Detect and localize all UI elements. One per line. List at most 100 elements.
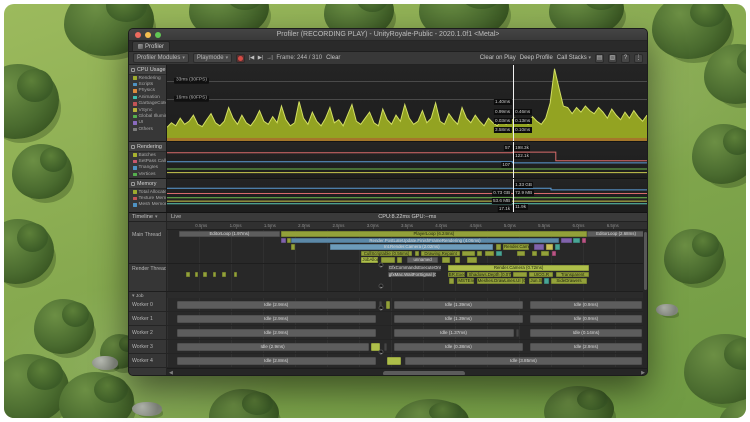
timeline-block[interactable]: Int.Render.Camera (2.02ms): [330, 244, 493, 249]
legend-item-vertices[interactable]: Vertices: [129, 171, 166, 177]
timeline-block[interactable]: Drawing.Repaint: [421, 251, 459, 256]
timeline-block[interactable]: unnamed: [407, 257, 438, 262]
idle-block[interactable]: [387, 357, 401, 365]
timeline-block[interactable]: CullScriptable (0.56ms): [361, 251, 411, 256]
cpu-usage-header[interactable]: CPU Usage: [129, 65, 166, 75]
timeline-block[interactable]: [381, 257, 395, 262]
timeline-block[interactable]: SideDrawers: [551, 278, 587, 283]
profiler-modules-dropdown[interactable]: Profiler Modules ▾: [133, 53, 189, 63]
idle-block[interactable]: Idle (0.14ms): [530, 329, 642, 337]
timeline-block[interactable]: PlayerLoop (6.24ms): [281, 231, 586, 236]
worker-track[interactable]: Idle (2.9ms)Idle (1.37ms)Idle (0.14ms): [167, 326, 647, 339]
idle-block[interactable]: Idle (2.8ms): [177, 357, 376, 365]
timeline-block[interactable]: [561, 238, 572, 243]
timeline-block[interactable]: [462, 251, 474, 256]
timeline-block[interactable]: [195, 272, 198, 277]
flow-event-marker[interactable]: [378, 306, 383, 311]
hscroll-thumb[interactable]: [383, 371, 465, 376]
memory-chart[interactable]: 1.33 GB0.73 GB72.9 MB53.6 MB11.9k17.1k: [167, 178, 647, 212]
titlebar[interactable]: Profiler (RECORDING PLAY) - UnityRoyale-…: [129, 29, 647, 41]
timeline-block[interactable]: JobAlloc.Gr: [361, 257, 378, 262]
timeline-block[interactable]: Meshes.DrawLines.UI (0.1ms): [477, 278, 525, 283]
timeline-block[interactable]: Render.Camera (0.09ms): [503, 244, 529, 249]
cpu-usage-chart[interactable]: 33ms (30FPS)16ms (60FPS)1.40ms0.99ms0.46…: [167, 65, 647, 141]
timeline-block[interactable]: [513, 272, 527, 277]
timeline-block[interactable]: [234, 272, 237, 277]
idle-block[interactable]: Idle (1.39ms): [394, 315, 524, 323]
playmode-dropdown[interactable]: Playmode ▾: [193, 53, 232, 63]
timeline-block[interactable]: [552, 251, 556, 256]
timeline-block[interactable]: [485, 251, 495, 256]
worker-track[interactable]: Idle (2.9ms)Idle (1.39ms)Idle (0.9ms): [167, 312, 647, 325]
idle-block[interactable]: Idle (2.9ms): [177, 315, 376, 323]
tab-profiler[interactable]: Profiler: [132, 41, 170, 51]
timeline-block[interactable]: [449, 278, 454, 283]
timeline-block[interactable]: [582, 238, 586, 243]
timeline-block[interactable]: [467, 257, 477, 262]
next-frame-button[interactable]: ▶|: [258, 55, 263, 61]
rendering-header[interactable]: Rendering: [129, 142, 166, 152]
timeline-block[interactable]: [203, 272, 206, 277]
clear-button[interactable]: Clear: [326, 55, 340, 61]
timeline-block[interactable]: EditorLoop (2.68ms): [587, 231, 644, 236]
render-thread-label[interactable]: Render Thread: [129, 264, 167, 291]
timeline-block[interactable]: [496, 244, 501, 249]
timeline-block[interactable]: MSTEnc.Re: [457, 278, 474, 283]
legend-item-others[interactable]: Others: [129, 126, 166, 132]
timeline-block[interactable]: Render.PostLateUpdate.FinishFrameRenderi…: [291, 238, 558, 243]
idle-block[interactable]: Idle (2.9ms): [177, 301, 376, 309]
idle-block[interactable]: [386, 301, 390, 309]
timeline-block[interactable]: [546, 244, 553, 249]
timeline-block[interactable]: [544, 278, 549, 283]
timeline-block[interactable]: gfxMac.WaitForSignal (0.74ms): [388, 272, 436, 277]
timeline-block[interactable]: [541, 251, 549, 256]
timeline-block[interactable]: [534, 244, 544, 249]
kebab-menu-icon[interactable]: ⋮: [634, 54, 643, 63]
worker-label[interactable]: Worker 4: [129, 354, 167, 367]
rendering-chart[interactable]: 57198.3k122.1k107: [167, 141, 647, 178]
flow-event-marker[interactable]: [378, 284, 383, 289]
timeline-block[interactable]: Render.Camera (0.72ms): [448, 265, 590, 270]
idle-block[interactable]: Idle (2.9ms): [530, 343, 642, 351]
worker-label[interactable]: Worker 2: [129, 326, 167, 339]
idle-block[interactable]: Idle (1.39ms): [394, 301, 524, 309]
flow-event-marker[interactable]: [378, 263, 383, 268]
timeline-block[interactable]: GfxCommandsExecuteOnGfxThread: [388, 265, 441, 270]
worker-track[interactable]: Idle (2.9ms) Idle (1.39ms) Idle (0.9ms): [167, 298, 647, 311]
timeline-block[interactable]: [397, 257, 402, 262]
timeline-block[interactable]: [213, 272, 216, 277]
timeline-block[interactable]: [442, 257, 451, 262]
timeline-block[interactable]: [222, 272, 225, 277]
current-frame-button[interactable]: →|: [266, 55, 272, 61]
timeline-block[interactable]: [287, 238, 291, 243]
memory-header[interactable]: Memory: [129, 179, 166, 189]
timeline-block[interactable]: [517, 251, 524, 256]
timeline-block[interactable]: [573, 238, 581, 243]
idle-block[interactable]: Idle (0.9ms): [530, 301, 642, 309]
main-thread-track[interactable]: EditorLoop (1.97ms)PlayerLoop (6.24ms)Ed…: [167, 230, 647, 263]
idle-block[interactable]: Idle (2.9ms): [177, 329, 376, 337]
timeline-block[interactable]: EditorLoop (1.97ms): [179, 231, 280, 236]
timeline-block[interactable]: [291, 244, 295, 249]
vscroll-thumb[interactable]: [644, 232, 647, 290]
timeline-block[interactable]: [532, 251, 537, 256]
timeline-block[interactable]: [415, 251, 419, 256]
clear-on-play-toggle[interactable]: Clear on Play: [480, 55, 516, 61]
idle-block[interactable]: [516, 329, 519, 337]
flow-event-marker[interactable]: [378, 350, 383, 355]
timeline-block[interactable]: [186, 272, 189, 277]
worker-label[interactable]: Worker 3: [129, 340, 167, 353]
call-stacks-dropdown[interactable]: Call Stacks ▾: [557, 55, 591, 61]
timeline-block[interactable]: Transparent: [556, 272, 590, 277]
scroll-left-icon[interactable]: ◀: [169, 369, 173, 376]
hscroll-track[interactable]: ◀ ▶: [167, 368, 647, 376]
live-toggle[interactable]: Live: [171, 214, 181, 220]
timeline-block[interactable]: UICG.R: [529, 272, 553, 277]
idle-block[interactable]: [384, 343, 387, 351]
vertical-scrollbar[interactable]: [643, 230, 647, 368]
idle-block[interactable]: Idle (2.9ms): [177, 343, 369, 351]
timeline-block[interactable]: Shadows.Depth (0.07ms): [467, 272, 510, 277]
timeline-block[interactable]: BR.Exec: [448, 272, 465, 277]
idle-block[interactable]: Idle (0.38ms): [394, 343, 524, 351]
main-thread-label[interactable]: Main Thread: [129, 230, 167, 263]
